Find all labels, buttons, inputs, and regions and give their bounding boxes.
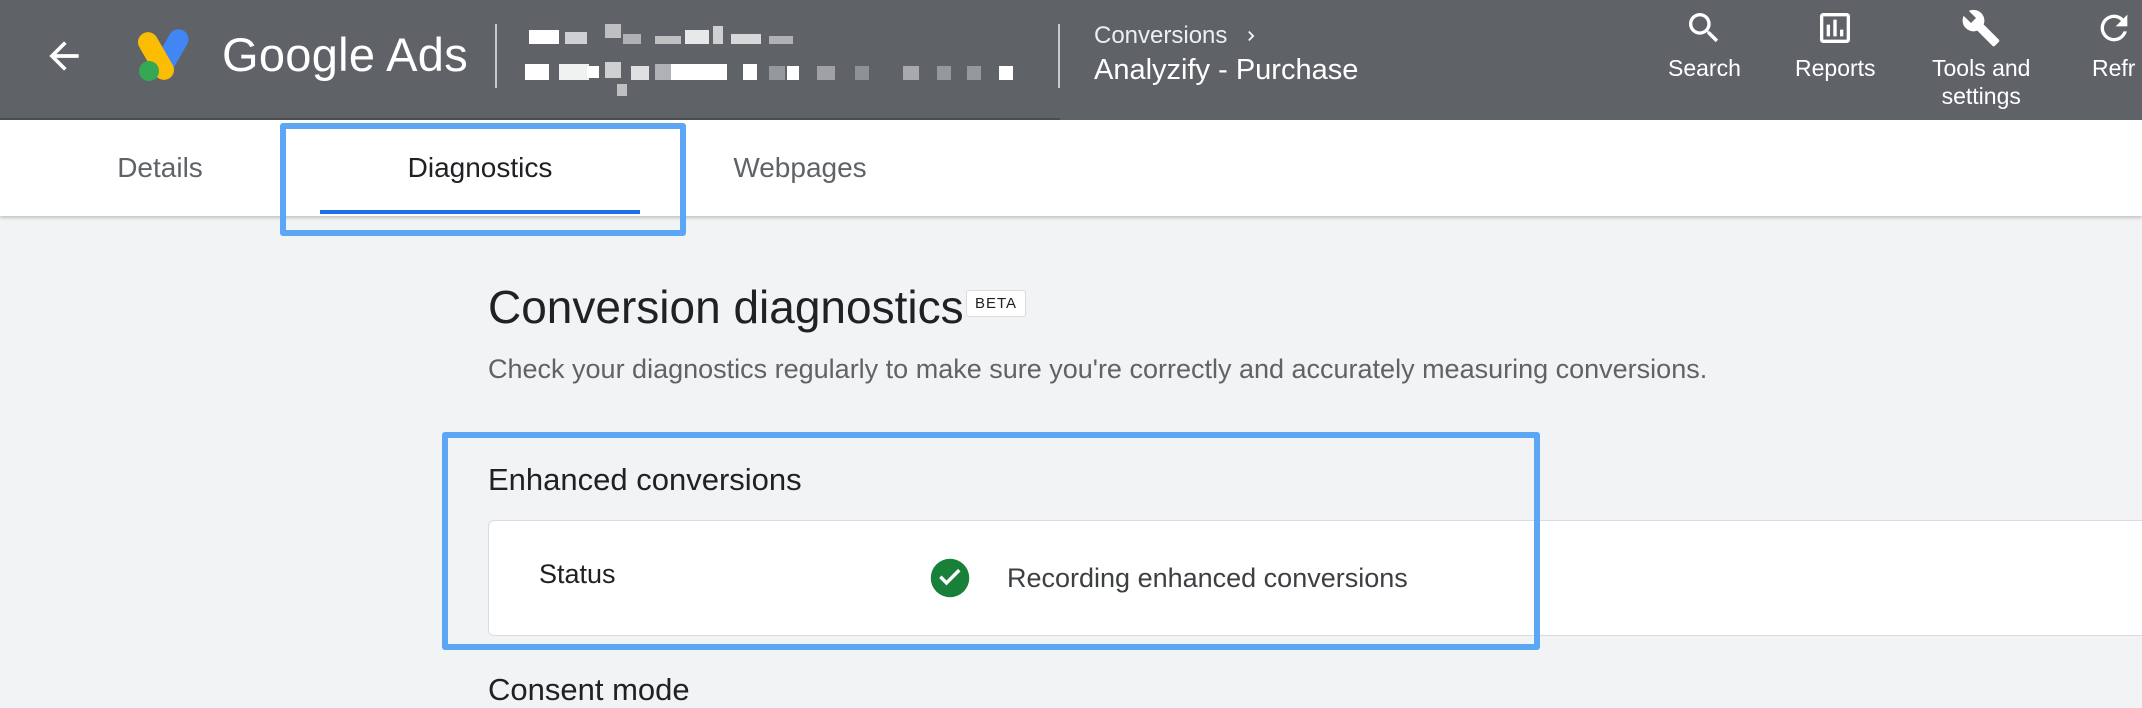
app-name: Google Ads [222, 28, 469, 81]
beta-badge: BETA [966, 290, 1027, 317]
reports-label: Reports [1795, 55, 1876, 81]
divider [1058, 24, 1060, 88]
wrench-icon [1962, 9, 2000, 47]
section-heading: Conversion diagnostics [488, 281, 964, 333]
breadcrumb[interactable]: Conversions [1094, 22, 1261, 50]
reports-button[interactable]: Reports [1795, 8, 1876, 82]
search-button[interactable]: Search [1668, 8, 1741, 82]
top-app-bar: Google Ads Conversions Analyzify - Purch… [0, 0, 2142, 120]
highlight-box-diagnostics-tab [280, 123, 686, 236]
tools-and-settings-label: Tools and settings [1932, 55, 2031, 109]
refresh-icon [2100, 14, 2128, 42]
consent-mode-heading: Consent mode [488, 672, 690, 707]
divider [495, 24, 497, 88]
highlight-box-enhanced-conversions [442, 432, 1540, 650]
chevron-right-icon [1248, 31, 1255, 41]
back-arrow-icon[interactable] [42, 34, 86, 78]
search-icon [1689, 13, 1719, 43]
tab-webpages[interactable]: Webpages [710, 120, 890, 216]
refresh-button[interactable]: Refr [2092, 8, 2135, 82]
tools-and-settings-button[interactable]: Tools and settings [1932, 8, 2030, 110]
google-ads-logo-icon [136, 26, 200, 84]
refresh-label: Refr [2092, 55, 2136, 81]
tab-label: Details [117, 152, 203, 183]
breadcrumb-conversions[interactable]: Conversions [1094, 22, 1227, 50]
tab-details[interactable]: Details [90, 120, 230, 216]
account-name-redacted[interactable] [525, 24, 1025, 96]
search-label: Search [1668, 55, 1741, 81]
bar-chart-icon [1820, 13, 1851, 43]
page-title: Analyzify - Purchase [1094, 54, 1359, 86]
tab-label: Webpages [733, 152, 867, 183]
section-description: Check your diagnostics regularly to make… [488, 354, 1708, 384]
